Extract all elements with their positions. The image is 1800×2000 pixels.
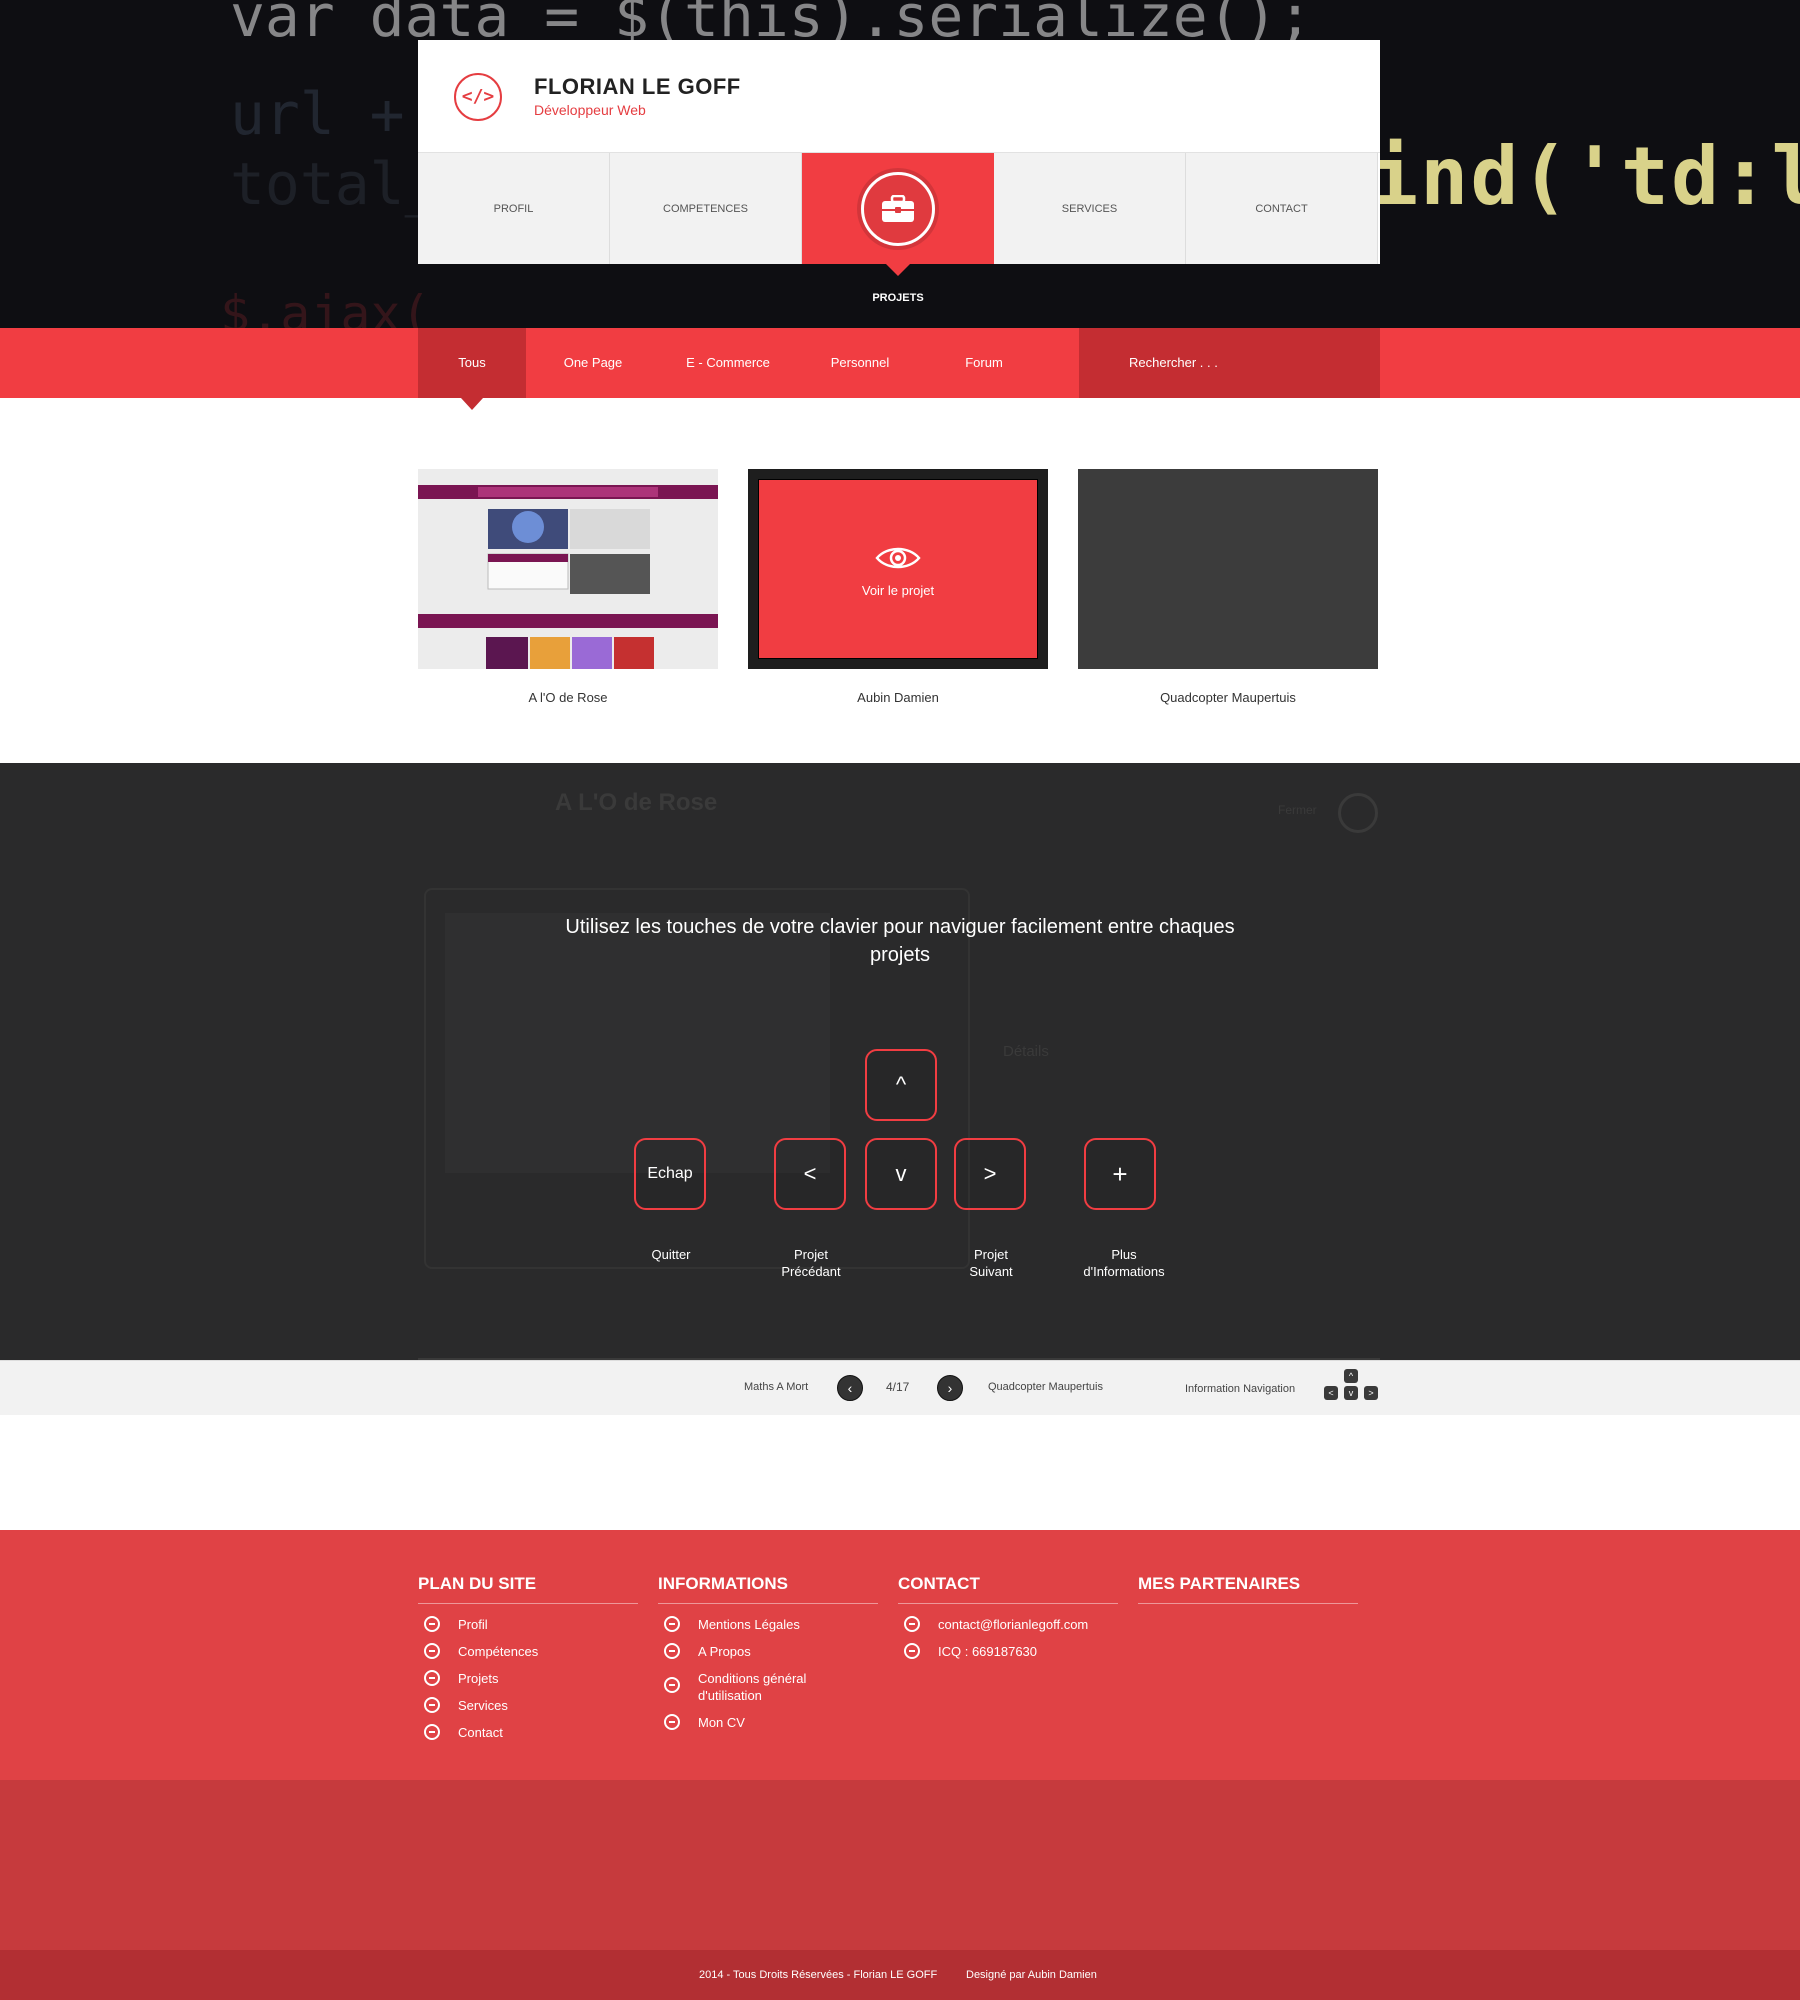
footer-link-cv[interactable]: Mon CV — [658, 1714, 878, 1731]
footer-link-email[interactable]: contact@florianlegoff.com — [898, 1616, 1118, 1633]
footer-link-profil[interactable]: Profil — [418, 1616, 638, 1633]
keyboard-help-message: Utilisez les touches de votre clavier po… — [565, 916, 1235, 966]
minus-circle-icon — [424, 1724, 440, 1740]
keyboard-help-overlay: A L'O de Rose Fermer Détails Utilisez le… — [0, 763, 1800, 1360]
footer-link-a-propos[interactable]: A Propos — [658, 1643, 878, 1660]
main-nav: PROFIL COMPETENCES SERVICES CONTACT — [418, 153, 1380, 276]
brand-subtitle: Développeur Web — [534, 102, 646, 118]
filter-tabs: Tous One Page E - Commerce Personnel For… — [418, 328, 1044, 410]
project-pager: Maths A Mort ‹ 4/17 › Quadcopter Maupert… — [0, 1360, 1800, 1415]
minus-circle-icon — [424, 1670, 440, 1686]
mini-left-icon: < — [1324, 1386, 1338, 1400]
footer-link-services[interactable]: Services — [418, 1697, 638, 1714]
project-hover-overlay[interactable]: Voir le projet — [758, 479, 1038, 659]
project-thumbnail-hover[interactable]: Voir le projet — [748, 469, 1048, 669]
minus-circle-icon — [424, 1697, 440, 1713]
prev-arrow-icon[interactable]: ‹ — [837, 1375, 863, 1401]
code-logo-icon[interactable]: </> — [454, 73, 502, 121]
filter-forum[interactable]: Forum — [924, 328, 1044, 398]
minus-circle-icon — [424, 1643, 440, 1659]
brand-name: FLORIAN LE GOFF — [534, 74, 741, 99]
copyright-bar: 2014 - Tous Droits Réservées - Florian L… — [0, 1950, 1800, 2000]
footer-heading: PLAN DU SITE — [418, 1574, 638, 1604]
nav-item-profil[interactable]: PROFIL — [418, 153, 610, 264]
minus-circle-icon — [664, 1677, 680, 1693]
designer-credit[interactable]: Designé par Aubin Damien — [966, 1969, 1097, 1981]
filter-one-page[interactable]: One Page — [526, 328, 660, 398]
footer-link-conditions[interactable]: Conditions général d'utilisation — [658, 1670, 878, 1704]
footer-col-informations: INFORMATIONS Mentions Légales A Propos C… — [658, 1574, 878, 1731]
key-label-more: Plus d'Informations — [1083, 1247, 1165, 1279]
copyright-text: 2014 - Tous Droits Réservées - Florian L… — [699, 1969, 938, 1981]
minus-circle-icon — [664, 1616, 680, 1632]
ghost-project-title: A L'O de Rose — [555, 789, 718, 816]
filter-tous[interactable]: Tous — [418, 328, 526, 410]
filter-bar: Tous One Page E - Commerce Personnel For… — [0, 328, 1800, 410]
footer-heading: CONTACT — [898, 1574, 1118, 1604]
filter-e-commerce[interactable]: E - Commerce — [660, 328, 796, 398]
nav-item-competences[interactable]: COMPETENCES — [610, 153, 802, 264]
footer-link-mentions[interactable]: Mentions Légales — [658, 1616, 878, 1633]
minus-circle-icon — [664, 1643, 680, 1659]
mini-right-icon: > — [1364, 1386, 1378, 1400]
minus-circle-icon — [664, 1714, 680, 1730]
mini-up-icon: ^ — [1344, 1369, 1358, 1383]
key-down[interactable]: v — [865, 1138, 937, 1210]
project-title[interactable]: A l'O de Rose — [418, 690, 718, 705]
ghost-close-label: Fermer — [1278, 803, 1317, 817]
footer-heading: INFORMATIONS — [658, 1574, 878, 1604]
active-nav-label: PROJETS — [872, 292, 924, 304]
pager-position: 4/17 — [886, 1380, 910, 1394]
next-project-link[interactable]: Quadcopter Maupertuis — [988, 1381, 1103, 1393]
eye-icon — [875, 541, 921, 575]
hero-code-line: $.ajax( — [220, 285, 431, 328]
project-thumbnail[interactable] — [418, 469, 718, 669]
footer-col-contact: CONTACT contact@florianlegoff.com ICQ : … — [898, 1574, 1118, 1660]
header-card: </> FLORIAN LE GOFF Développeur Web PROF… — [418, 40, 1380, 276]
briefcase-icon — [860, 171, 935, 246]
nav-item-projets[interactable] — [802, 153, 994, 276]
ghost-details-heading: Détails — [1003, 1043, 1049, 1060]
footer-col-sitemap: PLAN DU SITE Profil Compétences Projets … — [418, 1574, 638, 1741]
key-up[interactable]: ^ — [865, 1049, 937, 1121]
key-left[interactable]: < — [774, 1138, 846, 1210]
nav-info-label: Information Navigation — [1185, 1383, 1296, 1395]
hero-banner: var data = $(this).serialize(); url + s … — [0, 0, 1800, 328]
footer-heading: MES PARTENAIRES — [1138, 1574, 1358, 1604]
mini-down-icon: v — [1344, 1386, 1358, 1400]
key-right[interactable]: > — [954, 1138, 1026, 1210]
key-label-prev: Projet Précédant — [781, 1247, 841, 1279]
project-title[interactable]: Aubin Damien — [748, 690, 1048, 705]
next-arrow-icon[interactable]: › — [937, 1375, 963, 1401]
footer-band — [0, 1780, 1800, 1950]
footer-link-competences[interactable]: Compétences — [418, 1643, 638, 1660]
filter-personnel[interactable]: Personnel — [796, 328, 924, 398]
site-footer: PLAN DU SITE Profil Compétences Projets … — [0, 1530, 1800, 1780]
project-title[interactable]: Quadcopter Maupertuis — [1078, 690, 1378, 705]
key-escape[interactable]: Echap — [634, 1138, 706, 1210]
view-project-label: Voir le projet — [861, 582, 935, 598]
minus-circle-icon — [424, 1616, 440, 1632]
key-label-next: Projet Suivant — [969, 1247, 1013, 1279]
brand-row: </> FLORIAN LE GOFF Développeur Web — [418, 40, 1380, 153]
key-plus[interactable]: + — [1084, 1138, 1156, 1210]
key-label-quit: Quitter — [651, 1247, 691, 1262]
footer-col-partners: MES PARTENAIRES — [1138, 1574, 1358, 1604]
ghost-close-icon — [1338, 793, 1378, 833]
hero-code-highlight: ind('td:last — [1370, 130, 1800, 223]
minus-circle-icon — [904, 1643, 920, 1659]
footer-link-icq[interactable]: ICQ : 669187630 — [898, 1643, 1118, 1660]
nav-item-services[interactable]: SERVICES — [994, 153, 1186, 264]
prev-project-link[interactable]: Maths A Mort — [744, 1381, 808, 1393]
nav-item-contact[interactable]: CONTACT — [1186, 153, 1378, 264]
footer-link-contact[interactable]: Contact — [418, 1724, 638, 1741]
footer-link-projets[interactable]: Projets — [418, 1670, 638, 1687]
project-thumbnail[interactable] — [1078, 469, 1378, 669]
search-input[interactable]: Rechercher . . . — [1079, 328, 1380, 398]
minus-circle-icon — [904, 1616, 920, 1632]
